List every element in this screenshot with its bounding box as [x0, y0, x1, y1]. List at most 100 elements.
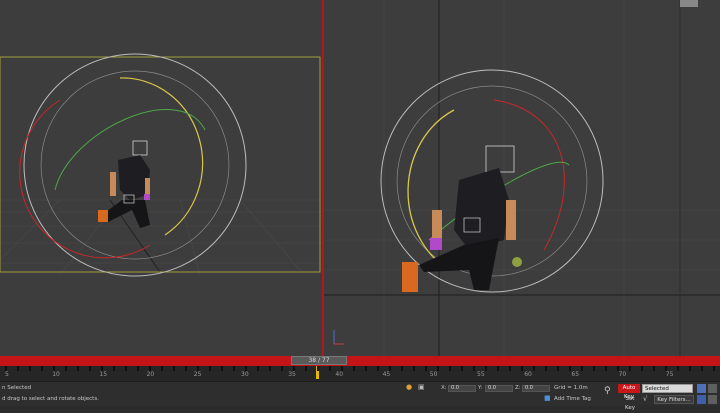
key-marker[interactable] — [53, 366, 55, 371]
key-marker[interactable] — [41, 366, 43, 371]
key-marker[interactable] — [257, 366, 259, 371]
key-marker[interactable] — [413, 366, 415, 371]
x-field[interactable]: 0.0 — [448, 385, 476, 392]
key-marker[interactable] — [449, 366, 451, 371]
key-marker[interactable] — [209, 366, 211, 371]
key-marker[interactable] — [233, 366, 235, 371]
key-marker[interactable] — [581, 366, 583, 371]
safe-frame — [0, 56, 321, 273]
time-slider-thumb[interactable]: 38 / 77 — [291, 356, 347, 365]
key-marker[interactable] — [653, 366, 655, 371]
key-marker[interactable] — [29, 366, 31, 371]
key-marker[interactable] — [293, 366, 295, 371]
time-config-icon[interactable] — [697, 395, 706, 404]
y-label: Y: — [478, 385, 483, 391]
y-field[interactable]: 0.0 — [485, 385, 513, 392]
key-filters-button[interactable]: Key Filters... — [654, 395, 694, 404]
key-marker[interactable] — [353, 366, 355, 371]
key-marker[interactable] — [497, 366, 499, 371]
key-marker[interactable] — [125, 366, 127, 371]
key-marker[interactable] — [65, 366, 67, 371]
key-marker[interactable] — [149, 366, 151, 371]
key-marker[interactable] — [629, 366, 631, 371]
key-marker[interactable] — [617, 366, 619, 371]
grid-size: Grid = 1.0m — [554, 385, 588, 391]
absolute-mode-icon[interactable]: ▣ — [418, 384, 425, 391]
key-marker[interactable] — [365, 366, 367, 371]
key-marker[interactable] — [437, 366, 439, 371]
key-marker[interactable] — [341, 366, 343, 371]
key-marker[interactable] — [665, 366, 667, 371]
key-marker[interactable] — [101, 366, 103, 371]
key-marker[interactable] — [593, 366, 595, 371]
key-marker[interactable] — [317, 366, 319, 371]
key-marker[interactable] — [245, 366, 247, 371]
viewcube-icon[interactable] — [680, 0, 698, 7]
key-marker[interactable] — [89, 366, 91, 371]
key-marker[interactable] — [185, 366, 187, 371]
key-marker[interactable] — [5, 366, 7, 371]
auto-key-button[interactable]: Auto Key — [618, 384, 640, 400]
play-controls-icon[interactable] — [697, 384, 706, 393]
z-label: Z: — [515, 385, 521, 391]
key-marker[interactable] — [329, 366, 331, 371]
right-viewport[interactable] — [324, 0, 720, 356]
key-marker[interactable] — [485, 366, 487, 371]
z-field[interactable]: 0.0 — [522, 385, 550, 392]
key-marker[interactable] — [677, 366, 679, 371]
rotate-y-ring — [119, 77, 204, 236]
key-marker[interactable] — [77, 366, 79, 371]
track-tick-label: 20 — [146, 371, 155, 378]
key-marker[interactable] — [161, 366, 163, 371]
key-marker[interactable] — [713, 366, 715, 371]
key-marker[interactable] — [569, 366, 571, 371]
key-marker[interactable] — [461, 366, 463, 371]
key-marker[interactable] — [557, 366, 559, 371]
key-marker[interactable] — [473, 366, 475, 371]
key-marker[interactable] — [197, 366, 199, 371]
key-mode-icon[interactable]: √ — [643, 396, 647, 403]
key-marker[interactable] — [701, 366, 703, 371]
key-marker[interactable] — [113, 366, 115, 371]
key-marker[interactable] — [425, 366, 427, 371]
key-marker[interactable] — [545, 366, 547, 371]
selection-count: n Selected — [2, 385, 32, 391]
key-marker[interactable] — [281, 366, 283, 371]
track-tick-label: 5 — [5, 371, 9, 378]
track-tick-label: 45 — [382, 371, 391, 378]
track-tick-label: 55 — [477, 371, 485, 378]
key-marker[interactable] — [521, 366, 523, 371]
right-viewport-scene — [324, 0, 720, 356]
lock-selection-icon[interactable]: ● — [406, 384, 412, 391]
time-slider-track[interactable] — [0, 356, 720, 366]
key-marker[interactable] — [689, 366, 691, 371]
key-marker[interactable] — [389, 366, 391, 371]
add-time-tag[interactable]: Add Time Tag — [554, 396, 591, 402]
key-marker[interactable] — [17, 366, 19, 371]
key-marker[interactable] — [377, 366, 379, 371]
key-marker[interactable] — [605, 366, 607, 371]
x-label: X: — [441, 385, 447, 391]
time-tag-icon[interactable]: ■ — [544, 395, 551, 402]
key-marker[interactable] — [401, 366, 403, 371]
key-marker[interactable] — [173, 366, 175, 371]
key-set-dropdown[interactable]: Selected — [642, 384, 693, 393]
key-marker[interactable] — [137, 366, 139, 371]
track-tick-label: 50 — [429, 371, 438, 378]
left-viewport[interactable] — [0, 0, 322, 356]
key-icon[interactable]: ⚲ — [604, 387, 611, 396]
zoom-extents-icon[interactable] — [708, 395, 717, 404]
key-marker[interactable] — [641, 366, 643, 371]
prompt-line: d drag to select and rotate objects. — [2, 396, 99, 402]
key-marker[interactable] — [269, 366, 271, 371]
track-bar[interactable] — [0, 366, 720, 381]
key-marker[interactable] — [221, 366, 223, 371]
track-tick-label: 30 — [241, 371, 249, 378]
key-marker[interactable] — [533, 366, 535, 371]
go-to-end-icon[interactable] — [708, 384, 717, 393]
axis-tripod — [333, 330, 344, 345]
set-key-button[interactable]: Set Key — [620, 395, 640, 411]
key-marker[interactable] — [509, 366, 511, 371]
key-marker[interactable] — [305, 366, 307, 371]
track-tick-label: 75 — [665, 371, 674, 378]
